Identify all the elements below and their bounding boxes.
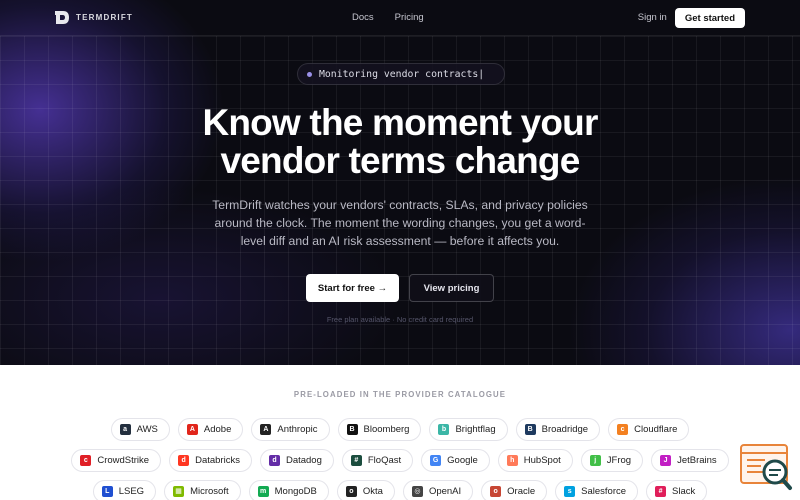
nav-link-pricing[interactable]: Pricing bbox=[395, 12, 424, 23]
mongodb-icon: m bbox=[257, 486, 269, 497]
provider-chip-label: AWS bbox=[136, 424, 158, 435]
nav-links: Docs Pricing bbox=[352, 12, 424, 23]
provider-row-3: L LSEG ▦ Microsoft m MongoDB o Okta ◎ OpenAI o Orac… bbox=[0, 480, 800, 500]
provider-chip-label: Microsoft bbox=[190, 486, 229, 497]
hero-subtitle: TermDrift watches your vendors' contract… bbox=[212, 198, 588, 248]
help-chat-widget-icon[interactable] bbox=[738, 442, 794, 492]
provider-chip-label: Slack bbox=[672, 486, 696, 497]
provider-chip-lseg[interactable]: L LSEG bbox=[92, 480, 157, 500]
provider-chip-label: Datadog bbox=[285, 455, 322, 466]
headline-line-2: vendor terms change bbox=[220, 140, 580, 181]
aws-icon: a bbox=[119, 424, 131, 435]
provider-chip-label: Oracle bbox=[507, 486, 536, 497]
view-pricing-button[interactable]: View pricing bbox=[409, 274, 494, 302]
pill-dot-icon bbox=[307, 71, 312, 77]
cloudflare-icon: c bbox=[617, 424, 629, 435]
headline-line-1: Know the moment your bbox=[202, 102, 598, 143]
provider-chip-label: LSEG bbox=[118, 486, 145, 497]
provider-chip-label: Anthropic bbox=[277, 424, 318, 435]
start-for-free-button[interactable]: Start for free → bbox=[306, 274, 399, 302]
provider-chip-label: Adobe bbox=[203, 424, 232, 435]
provider-chip-jetbrains[interactable]: J JetBrains bbox=[651, 449, 729, 472]
jetbrains-icon: J bbox=[660, 455, 672, 466]
provider-chip-slack[interactable]: # Slack bbox=[646, 480, 708, 500]
hero-headline: Know the moment your vendor terms change bbox=[0, 104, 800, 180]
provider-chip-label: Broadridge bbox=[541, 424, 589, 435]
provider-chip-label: Databricks bbox=[195, 455, 240, 466]
termdrift-logo-icon bbox=[55, 11, 69, 24]
google-icon: G bbox=[430, 455, 442, 466]
crowdstrike-icon: c bbox=[80, 455, 92, 466]
catalogue-title: PRE-LOADED IN THE PROVIDER CATALOGUE bbox=[293, 390, 507, 399]
nav-actions: Sign in Get started bbox=[638, 7, 745, 28]
provider-chip-label: Cloudflare bbox=[634, 424, 678, 435]
provider-chip-microsoft[interactable]: ▦ Microsoft bbox=[164, 480, 241, 500]
provider-chip-openai[interactable]: ◎ OpenAI bbox=[402, 480, 474, 500]
provider-chip-label: Salesforce bbox=[581, 486, 627, 497]
slack-icon: # bbox=[655, 486, 667, 497]
provider-chip-label: HubSpot bbox=[523, 455, 561, 466]
lseg-icon: L bbox=[101, 486, 113, 497]
provider-chip-label: CrowdStrike bbox=[97, 455, 150, 466]
brand-name: TERMDRIFT bbox=[76, 13, 134, 22]
provider-chip-label: FloQast bbox=[367, 455, 402, 466]
provider-chip-jfrog[interactable]: j JFrog bbox=[580, 449, 644, 472]
top-navbar: TERMDRIFT Docs Pricing Sign in Get start… bbox=[0, 0, 800, 36]
broadridge-icon: B bbox=[524, 424, 536, 435]
microsoft-icon: ▦ bbox=[173, 486, 185, 497]
datadog-icon: d bbox=[268, 455, 280, 466]
okta-icon: o bbox=[345, 486, 357, 497]
provider-chip-broadridge[interactable]: B Broadridge bbox=[515, 418, 601, 441]
provider-chip-floqast[interactable]: # FloQast bbox=[341, 449, 414, 472]
status-pill: Monitoring vendor contracts| bbox=[297, 63, 505, 85]
sign-in-link[interactable]: Sign in bbox=[638, 12, 667, 23]
provider-chip-crowdstrike[interactable]: c CrowdStrike bbox=[71, 449, 162, 472]
provider-chip-label: JetBrains bbox=[677, 455, 717, 466]
provider-chip-mongodb[interactable]: m MongoDB bbox=[248, 480, 329, 500]
provider-chip-salesforce[interactable]: s Salesforce bbox=[555, 480, 639, 500]
provider-chip-label: MongoDB bbox=[274, 486, 317, 497]
provider-chip-okta[interactable]: o Okta bbox=[336, 480, 395, 500]
databricks-icon: d bbox=[178, 455, 190, 466]
jfrog-icon: j bbox=[589, 455, 601, 466]
provider-chip-cloudflare[interactable]: c Cloudflare bbox=[608, 418, 690, 441]
floqast-icon: # bbox=[350, 455, 362, 466]
salesforce-icon: s bbox=[564, 486, 576, 497]
bloomberg-icon: B bbox=[346, 424, 358, 435]
provider-chip-aws[interactable]: a AWS bbox=[110, 418, 170, 441]
provider-chip-adobe[interactable]: A Adobe bbox=[177, 418, 244, 441]
provider-chip-label: Brightflag bbox=[455, 424, 496, 435]
provider-chip-label: JFrog bbox=[606, 455, 632, 466]
openai-icon: ◎ bbox=[411, 486, 423, 497]
hubspot-icon: h bbox=[506, 455, 518, 466]
oracle-icon: o bbox=[490, 486, 502, 497]
provider-chip-bloomberg[interactable]: B Bloomberg bbox=[337, 418, 422, 441]
provider-chip-hubspot[interactable]: h HubSpot bbox=[497, 449, 573, 472]
provider-row-1: a AWS A Adobe A Anthropic B Bloomberg b Brightfla… bbox=[0, 418, 800, 441]
provider-chip-google[interactable]: G Google bbox=[421, 449, 490, 472]
anthropic-icon: A bbox=[260, 424, 272, 435]
provider-chip-label: Okta bbox=[362, 486, 383, 497]
provider-chip-brightflag[interactable]: b Brightflag bbox=[429, 418, 508, 441]
provider-chip-datadog[interactable]: d Datadog bbox=[259, 449, 334, 472]
hero-section: TERMDRIFT Docs Pricing Sign in Get start… bbox=[0, 0, 800, 365]
nav-link-docs[interactable]: Docs bbox=[352, 12, 374, 23]
provider-chip-databricks[interactable]: d Databricks bbox=[169, 449, 252, 472]
adobe-icon: A bbox=[186, 424, 198, 435]
provider-chip-anthropic[interactable]: A Anthropic bbox=[251, 418, 330, 441]
provider-chip-label: OpenAI bbox=[428, 486, 462, 497]
brightflag-icon: b bbox=[438, 424, 450, 435]
cta-row: Start for free → View pricing bbox=[0, 274, 800, 302]
provider-row-2: c CrowdStrike d Databricks d Datadog # FloQast G… bbox=[0, 449, 800, 472]
brand[interactable]: TERMDRIFT bbox=[55, 11, 133, 24]
provider-chip-oracle[interactable]: o Oracle bbox=[481, 480, 548, 500]
hero-fineprint: Free plan available · No credit card req… bbox=[326, 315, 474, 324]
pill-text: Monitoring vendor contracts| bbox=[319, 68, 485, 80]
provider-chip-label: Google bbox=[447, 455, 478, 466]
get-started-button[interactable]: Get started bbox=[674, 7, 745, 28]
provider-chip-label: Bloomberg bbox=[363, 424, 410, 435]
